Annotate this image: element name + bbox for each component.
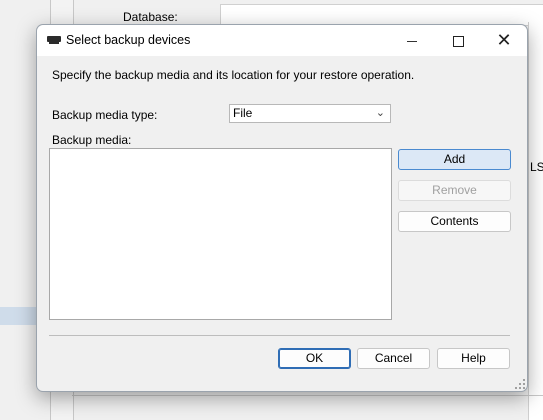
maximize-button[interactable] (435, 25, 481, 56)
media-type-value: File (233, 106, 253, 120)
help-button[interactable]: Help (437, 348, 510, 369)
maximize-icon (452, 35, 464, 47)
backup-media-list[interactable] (49, 148, 392, 320)
backup-media-label: Backup media: (52, 133, 132, 147)
background-divider (72, 395, 543, 396)
dialog-title: Select backup devices (66, 33, 191, 47)
backup-device-icon (47, 36, 61, 44)
close-icon: ✕ (496, 30, 512, 50)
contents-button[interactable]: Contents (398, 211, 511, 232)
close-button[interactable]: ✕ (481, 25, 527, 56)
resize-grip-icon[interactable] (515, 379, 525, 389)
cancel-button[interactable]: Cancel (357, 348, 430, 369)
chevron-down-icon: ⌄ (375, 107, 385, 119)
background-database-label: Database: (123, 10, 178, 24)
minimize-button[interactable] (389, 25, 435, 56)
remove-button[interactable]: Remove (398, 180, 511, 201)
title-bar[interactable]: Select backup devices ✕ (37, 25, 527, 56)
ok-button[interactable]: OK (278, 348, 351, 369)
background-database-field[interactable] (220, 4, 543, 26)
instructions-text: Specify the backup media and its locatio… (52, 68, 415, 82)
add-button[interactable]: Add (398, 149, 511, 170)
background-right-panel (528, 22, 543, 420)
minimize-icon (407, 40, 417, 42)
media-type-label: Backup media type: (52, 108, 158, 122)
background-clipped-text: LS (530, 160, 543, 174)
divider (49, 335, 510, 336)
select-backup-devices-dialog: Select backup devices ✕ Specify the back… (36, 24, 528, 392)
media-type-select[interactable]: File ⌄ (229, 104, 391, 123)
